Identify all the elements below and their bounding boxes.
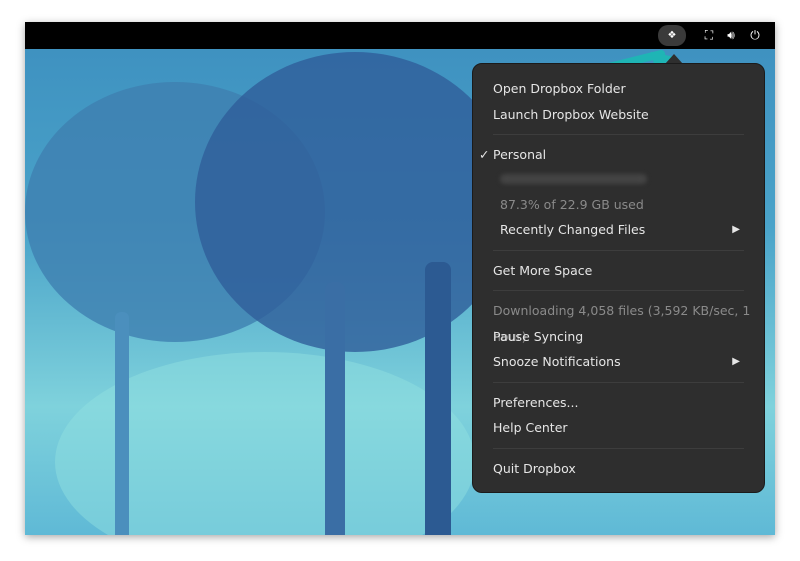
- wallpaper-shape: [115, 312, 129, 535]
- quit-dropbox[interactable]: Quit Dropbox: [473, 456, 764, 482]
- power-icon[interactable]: ⏻: [746, 22, 764, 49]
- wallpaper-shape: [425, 262, 451, 535]
- account-label: Personal: [493, 147, 547, 162]
- dropbox-menu: Open Dropbox Folder Launch Dropbox Websi…: [472, 63, 765, 493]
- snooze-label: Snooze Notifications: [493, 354, 621, 369]
- sync-status: Downloading 4,058 files (3,592 KB/sec, 1…: [493, 303, 751, 344]
- wallpaper-shape: [325, 282, 345, 535]
- snooze-notifications[interactable]: Snooze Notifications ▶: [473, 349, 764, 375]
- recently-changed-files[interactable]: Recently Changed Files ▶: [473, 217, 764, 243]
- check-icon: ✓: [479, 147, 490, 162]
- redacted-account-email: [500, 173, 647, 184]
- divider: [493, 447, 744, 449]
- submenu-arrow-icon: ▶: [732, 224, 740, 235]
- divider: [493, 249, 744, 251]
- dropbox-icon[interactable]: ❖: [658, 25, 686, 46]
- pause-syncing[interactable]: Pause Syncing: [473, 324, 764, 350]
- divider: [493, 290, 744, 291]
- account-personal[interactable]: ✓ Personal: [473, 142, 764, 168]
- volume-icon[interactable]: 🔊︎: [722, 22, 740, 49]
- open-dropbox-folder[interactable]: Open Dropbox Folder: [473, 76, 764, 102]
- preferences[interactable]: Preferences...: [473, 390, 764, 416]
- divider: [493, 381, 744, 383]
- usage-text: 87.3% of 22.9 GB used: [500, 196, 644, 212]
- wallpaper-shape: [195, 52, 515, 352]
- divider: [493, 134, 744, 135]
- submenu-arrow-icon: ▶: [732, 356, 740, 367]
- top-bar: ❖ ⛶ 🔊︎ ⏻: [25, 22, 775, 49]
- network-icon[interactable]: ⛶: [700, 22, 718, 49]
- recent-files-label: Recently Changed Files: [500, 222, 646, 237]
- desktop: ❖ ⛶ 🔊︎ ⏻ Open Dropbox Folder Launch Drop…: [25, 22, 775, 535]
- get-more-space[interactable]: Get More Space: [473, 258, 764, 284]
- help-center[interactable]: Help Center: [473, 415, 764, 441]
- launch-dropbox-website[interactable]: Launch Dropbox Website: [473, 102, 764, 128]
